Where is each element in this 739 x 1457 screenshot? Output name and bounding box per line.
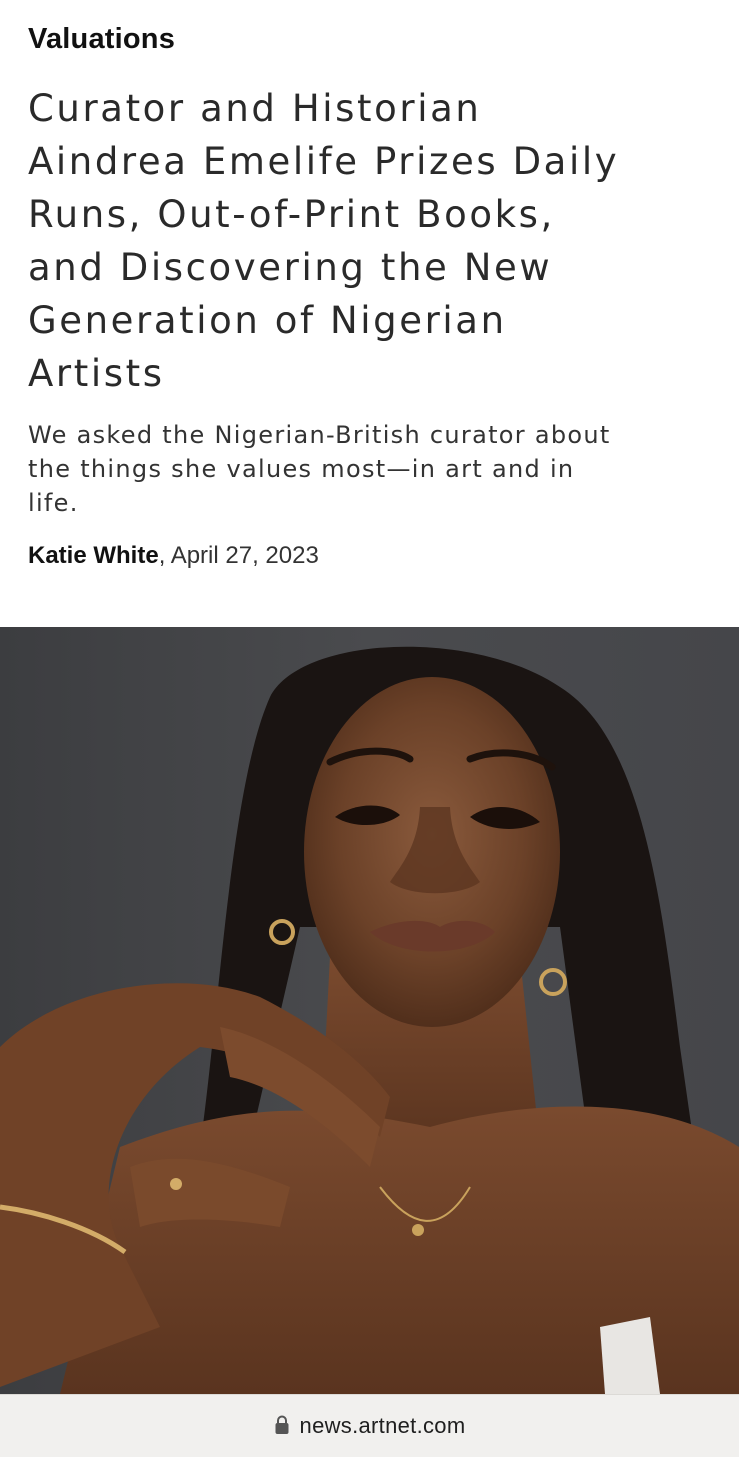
article-page: Valuations Curator and Historian Aindrea… (0, 0, 739, 1457)
byline-separator: , (158, 542, 171, 569)
lock-icon (275, 1415, 289, 1434)
article-headline: Curator and Historian Aindrea Emelife Pr… (28, 87, 620, 395)
category-label[interactable]: Valuations (28, 20, 718, 58)
byline: Katie White, April 27, 2023 (28, 540, 718, 572)
browser-url-bar[interactable]: news.artnet.com (0, 1394, 739, 1457)
article-dek: We asked the Nigerian-British curator ab… (28, 421, 611, 517)
hero-portrait-image (0, 627, 739, 1394)
author-link[interactable]: Katie White (28, 542, 159, 569)
publish-date: April 27, 2023 (170, 542, 319, 569)
article-header: Valuations Curator and Historian Aindrea… (28, 20, 718, 572)
url-text[interactable]: news.artnet.com (300, 1413, 466, 1439)
